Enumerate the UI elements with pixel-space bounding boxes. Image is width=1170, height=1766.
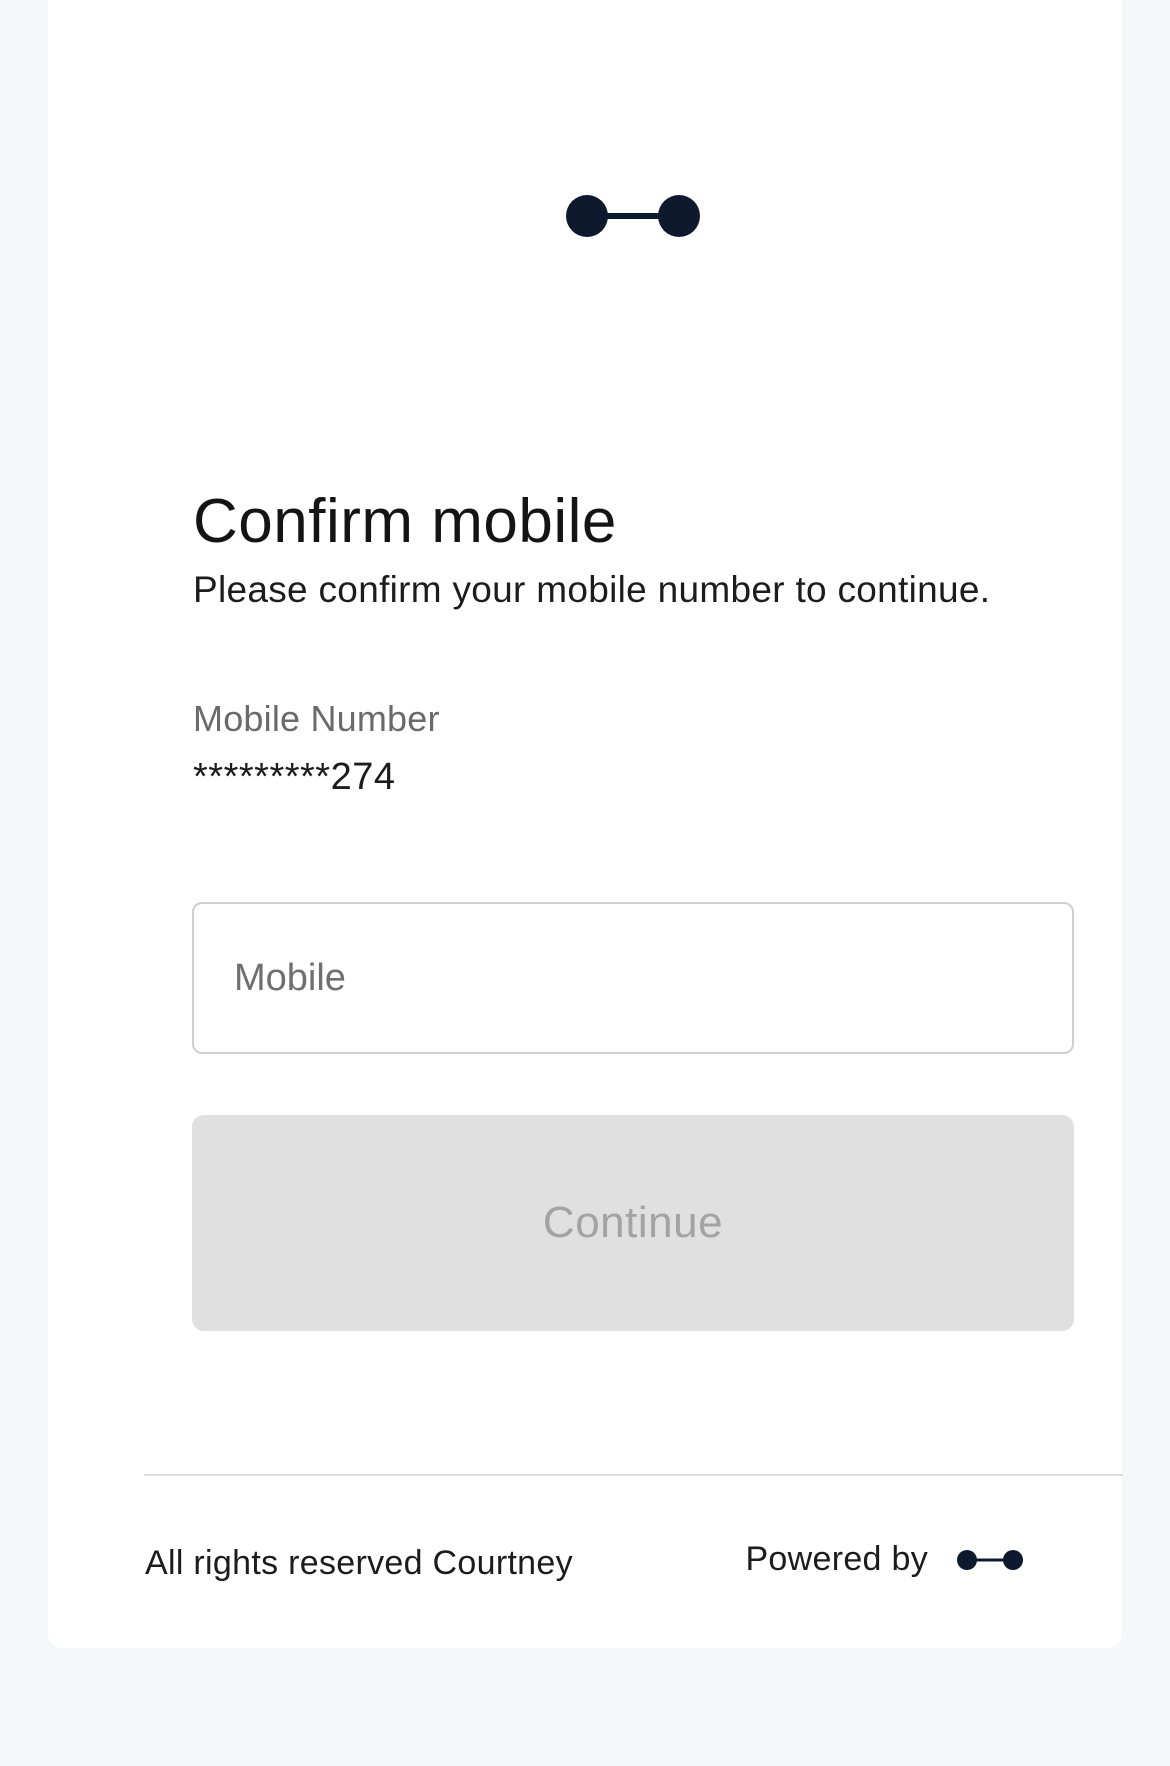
mobile-input[interactable] [192,902,1074,1054]
powered-by-logo-icon [956,1548,1024,1572]
continue-button[interactable]: Continue [192,1115,1074,1331]
masked-mobile-number: *********274 [193,756,396,798]
powered-by: Powered by [745,1540,1024,1579]
brand-logo-icon [565,194,701,238]
footer-rights-text: All rights reserved Courtney [145,1544,573,1582]
page-title: Confirm mobile [193,487,617,556]
page-subtitle: Please confirm your mobile number to con… [193,569,991,610]
mobile-number-label: Mobile Number [193,698,440,739]
footer-divider [144,1474,1123,1476]
confirm-mobile-card: Confirm mobile Please confirm your mobil… [48,0,1123,1648]
powered-by-label: Powered by [745,1540,928,1578]
